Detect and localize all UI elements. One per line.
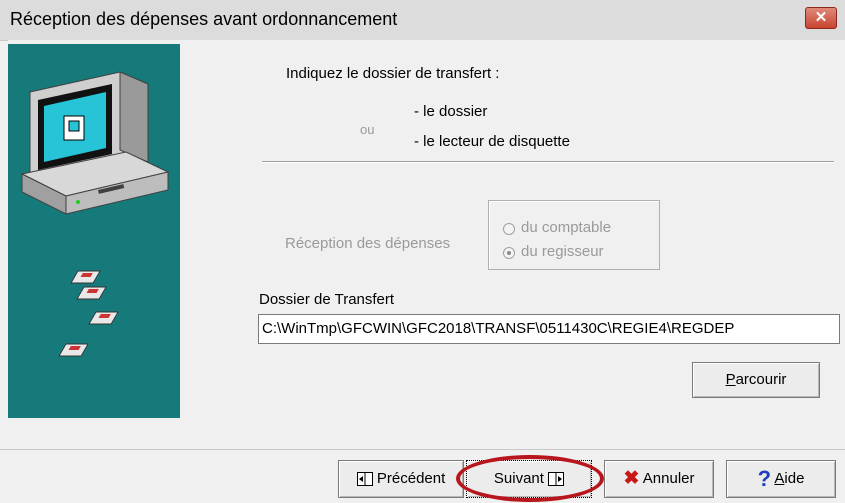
window-title: Réception des dépenses avant ordonnancem…	[10, 9, 398, 29]
help-icon: ?	[757, 466, 772, 492]
close-button[interactable]: ✕	[805, 7, 837, 29]
radio-comptable-label: du comptable	[521, 219, 612, 236]
close-icon: ✕	[814, 9, 828, 26]
previous-button[interactable]: Précédent	[338, 460, 464, 498]
radio-regisseur-label: du regisseur	[521, 243, 604, 260]
transfer-path-field[interactable]: C:\WinTmp\GFCWIN\GFC2018\TRANSF\0511430C…	[258, 314, 840, 344]
computer-illustration	[20, 71, 170, 357]
help-button[interactable]: ? Aide	[726, 460, 836, 498]
cancel-icon: ✖	[623, 468, 640, 490]
title-bar: Réception des dépenses avant ordonnancem…	[0, 0, 845, 41]
dialog-window: Réception des dépenses avant ordonnancem…	[0, 0, 845, 503]
computer-icon	[20, 71, 170, 215]
option-folder-text: - le dossier	[414, 103, 488, 120]
radio-comptable[interactable]	[503, 223, 515, 235]
transfer-folder-label: Dossier de Transfert	[259, 291, 395, 308]
previous-icon	[356, 472, 373, 487]
highlight-circle	[456, 455, 604, 502]
reception-label: Réception des dépenses	[285, 235, 451, 252]
floppy-disks-icon	[58, 270, 119, 357]
previous-label: Précédent	[376, 470, 446, 487]
instruction-heading: Indiquez le dossier de transfert :	[286, 65, 500, 82]
radio-regisseur[interactable]	[503, 247, 515, 259]
cancel-button[interactable]: ✖ Annuler	[604, 460, 714, 498]
section-divider	[262, 161, 834, 163]
button-bar: Précédent Suivant ✖ Annuler ? Aide	[0, 449, 845, 503]
or-text: ou	[360, 122, 375, 137]
browse-hotkey: P	[725, 371, 736, 388]
browse-button[interactable]: Parcourir	[692, 362, 820, 398]
help-label: ide	[784, 470, 805, 487]
reception-radio-group: du comptable du regisseur	[488, 200, 660, 270]
option-floppy-text: - le lecteur de disquette	[414, 133, 570, 150]
cancel-label: Annuler	[642, 470, 695, 487]
wizard-side-panel	[8, 44, 180, 418]
browse-label: arcourir	[735, 371, 787, 388]
help-hotkey: A	[774, 470, 785, 487]
